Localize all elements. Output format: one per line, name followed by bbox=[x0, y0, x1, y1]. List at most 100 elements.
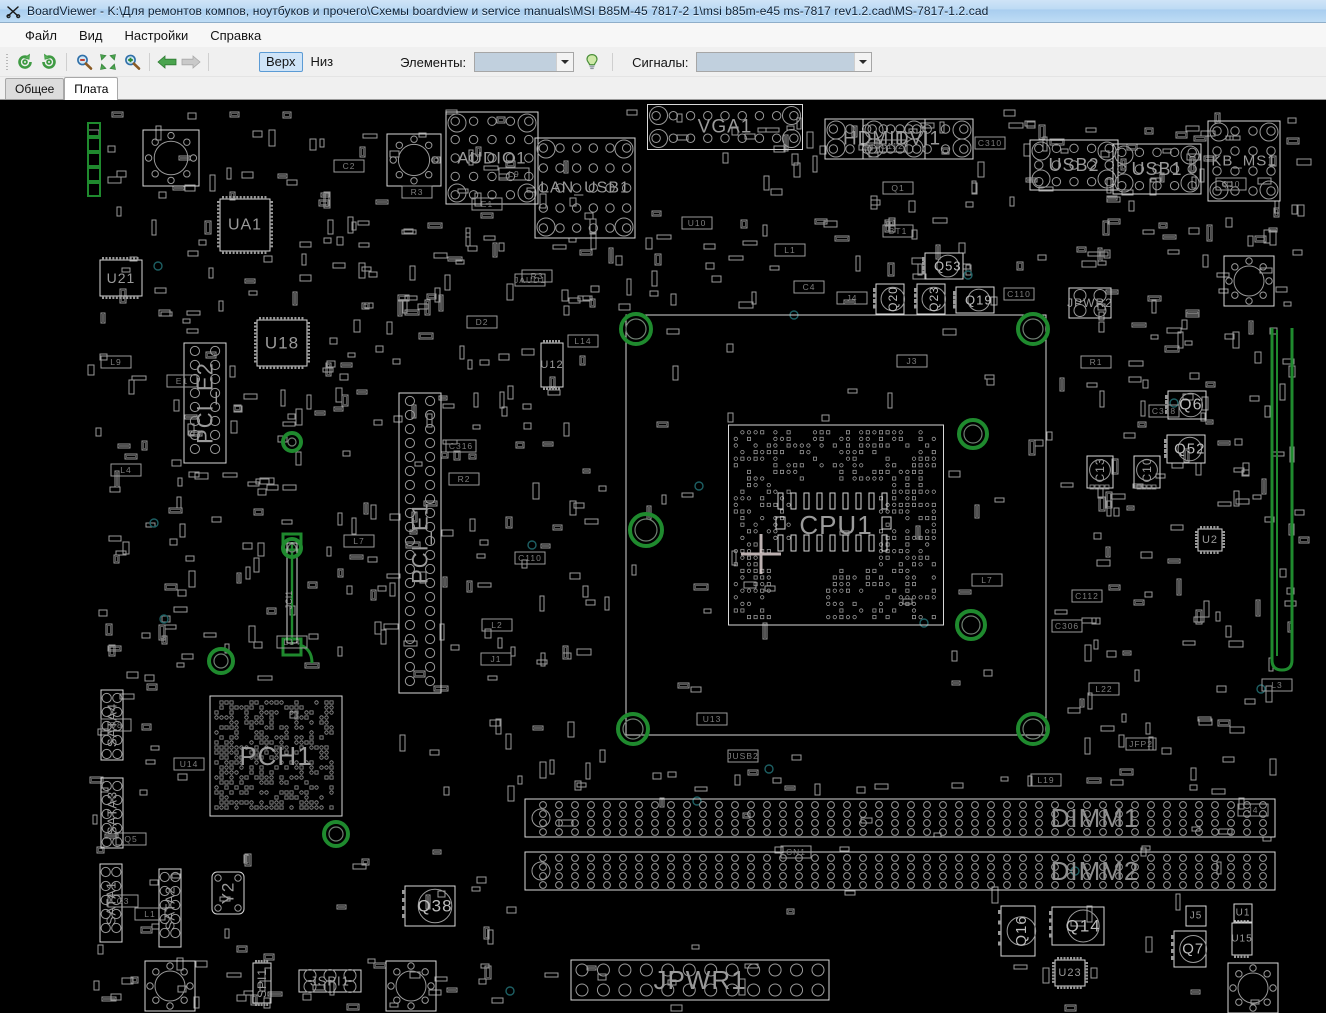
svg-text:L1: L1 bbox=[784, 245, 795, 255]
menu-item-settings[interactable]: Настройки bbox=[114, 26, 200, 45]
svg-text:Q53: Q53 bbox=[934, 259, 962, 274]
svg-text:Q5: Q5 bbox=[124, 834, 137, 844]
svg-text:USB1: USB1 bbox=[1131, 159, 1182, 179]
svg-text:Q1: Q1 bbox=[891, 183, 904, 193]
fit-to-screen-icon[interactable] bbox=[96, 50, 120, 74]
elements-label: Элементы: bbox=[400, 55, 466, 70]
svg-text:J4: J4 bbox=[847, 293, 858, 303]
svg-text:U21: U21 bbox=[107, 270, 136, 286]
zoom-out-icon[interactable] bbox=[72, 50, 96, 74]
crossed-tools-icon bbox=[6, 4, 21, 19]
svg-text:C4: C4 bbox=[803, 282, 816, 292]
svg-text:C110: C110 bbox=[1007, 289, 1031, 299]
svg-text:C310: C310 bbox=[978, 138, 1002, 148]
signals-input[interactable] bbox=[697, 53, 854, 71]
svg-text:CPU1: CPU1 bbox=[799, 510, 872, 540]
svg-text:JPWR2: JPWR2 bbox=[1067, 296, 1113, 310]
elements-combo[interactable] bbox=[474, 52, 574, 72]
svg-text:C13: C13 bbox=[1093, 457, 1107, 482]
elements-input[interactable] bbox=[475, 53, 556, 71]
forward-arrow-icon[interactable] bbox=[179, 50, 203, 74]
svg-text:L2: L2 bbox=[491, 620, 502, 630]
svg-text:L1: L1 bbox=[144, 909, 155, 919]
svg-text:E1: E1 bbox=[176, 376, 188, 386]
zoom-in-icon[interactable] bbox=[120, 50, 144, 74]
svg-text:C112: C112 bbox=[880, 141, 904, 151]
svg-text:L9: L9 bbox=[508, 169, 519, 179]
svg-text:L19: L19 bbox=[1037, 775, 1054, 785]
svg-text:SATA3: SATA3 bbox=[105, 791, 120, 835]
toolbar: Верх Низ Элементы: Сигналы: bbox=[0, 48, 1326, 77]
svg-text:C3: C3 bbox=[117, 896, 130, 906]
rotate-right-icon[interactable] bbox=[37, 50, 61, 74]
svg-text:JFP2: JFP2 bbox=[1129, 739, 1153, 749]
svg-text:C306: C306 bbox=[1055, 621, 1079, 631]
svg-text:U12: U12 bbox=[540, 359, 563, 371]
svg-text:Y2: Y2 bbox=[219, 882, 238, 905]
svg-text:L3: L3 bbox=[1271, 680, 1282, 690]
tab-board[interactable]: Плата bbox=[64, 77, 118, 100]
toolbar-separator-2 bbox=[149, 53, 150, 71]
svg-text:L9: L9 bbox=[110, 357, 121, 367]
svg-text:AUDIO1: AUDIO1 bbox=[457, 149, 526, 168]
svg-text:J1: J1 bbox=[491, 654, 502, 664]
svg-text:JCI1: JCI1 bbox=[284, 591, 294, 610]
back-arrow-icon[interactable] bbox=[155, 50, 179, 74]
svg-text:L7: L7 bbox=[353, 536, 364, 546]
menu-item-view[interactable]: Вид bbox=[68, 26, 114, 45]
svg-text:CN1: CN1 bbox=[786, 847, 806, 857]
svg-text:D2: D2 bbox=[476, 317, 489, 327]
svg-text:C2: C2 bbox=[343, 161, 356, 171]
toolbar-grip[interactable] bbox=[5, 53, 10, 71]
signals-label: Сигналы: bbox=[632, 55, 688, 70]
svg-text:UA1: UA1 bbox=[228, 217, 262, 234]
svg-text:R3: R3 bbox=[411, 187, 424, 197]
svg-text:J5: J5 bbox=[1190, 911, 1203, 922]
svg-text:VGA1: VGA1 bbox=[698, 117, 753, 138]
title-bar: BoardViewer - K:\Для ремонтов компов, но… bbox=[0, 0, 1326, 23]
rotate-left-icon[interactable] bbox=[13, 50, 37, 74]
svg-text:JSPI1: JSPI1 bbox=[310, 974, 350, 989]
signals-combo[interactable] bbox=[696, 52, 872, 72]
svg-text:C112: C112 bbox=[1075, 591, 1099, 601]
svg-text:Q16: Q16 bbox=[1013, 915, 1030, 946]
svg-text:U10: U10 bbox=[688, 218, 707, 228]
svg-text:L14: L14 bbox=[574, 336, 591, 346]
svg-text:U23: U23 bbox=[1058, 967, 1081, 979]
lightbulb-icon[interactable] bbox=[582, 52, 602, 72]
svg-text:L4: L4 bbox=[120, 465, 131, 475]
menu-item-help[interactable]: Справка bbox=[199, 26, 272, 45]
svg-text:Q7: Q7 bbox=[1182, 941, 1204, 958]
svg-text:C316: C316 bbox=[449, 441, 473, 451]
svg-text:U18: U18 bbox=[265, 334, 299, 353]
chevron-down-icon[interactable] bbox=[854, 53, 871, 71]
side-bottom-button[interactable]: Низ bbox=[304, 52, 341, 72]
svg-text:JAUD1: JAUD1 bbox=[514, 275, 546, 285]
svg-text:U1: U1 bbox=[1236, 908, 1251, 919]
svg-text:PCI_E2: PCI_E2 bbox=[193, 362, 218, 444]
toolbar-separator-4 bbox=[612, 53, 613, 71]
svg-text:DIMM2: DIMM2 bbox=[1051, 856, 1140, 886]
svg-text:U14: U14 bbox=[180, 759, 199, 769]
tab-strip: Общее Плата bbox=[0, 77, 1326, 99]
svg-text:U15: U15 bbox=[1231, 934, 1252, 945]
svg-text:C318: C318 bbox=[1152, 406, 1176, 416]
svg-text:C10: C10 bbox=[1140, 457, 1154, 482]
chevron-down-icon[interactable] bbox=[556, 53, 573, 71]
svg-text:KB_MS1: KB_MS1 bbox=[1211, 153, 1276, 170]
svg-text:L22: L22 bbox=[1095, 684, 1112, 694]
menu-item-file[interactable]: Файл bbox=[14, 26, 68, 45]
svg-text:LAN_USB1: LAN_USB1 bbox=[540, 180, 630, 197]
tab-general[interactable]: Общее bbox=[5, 78, 64, 99]
board-canvas-container[interactable]: JCI1AUDIO1LAN_USB1VGA1HDMI1DVI1USB2USB1K… bbox=[0, 99, 1326, 1013]
svg-text:U2: U2 bbox=[1202, 534, 1218, 546]
svg-text:SPI1: SPI1 bbox=[255, 968, 269, 998]
svg-text:JUSB2: JUSB2 bbox=[727, 751, 758, 761]
board-view[interactable]: JCI1AUDIO1LAN_USB1VGA1HDMI1DVI1USB2USB1K… bbox=[0, 100, 1326, 1013]
svg-text:R1: R1 bbox=[1090, 357, 1103, 367]
side-top-button[interactable]: Верх bbox=[259, 52, 303, 72]
svg-text:U13: U13 bbox=[703, 714, 722, 724]
svg-text:J4: J4 bbox=[1248, 805, 1259, 815]
svg-text:DIMM1: DIMM1 bbox=[1051, 803, 1140, 833]
svg-text:Q20: Q20 bbox=[886, 286, 900, 312]
